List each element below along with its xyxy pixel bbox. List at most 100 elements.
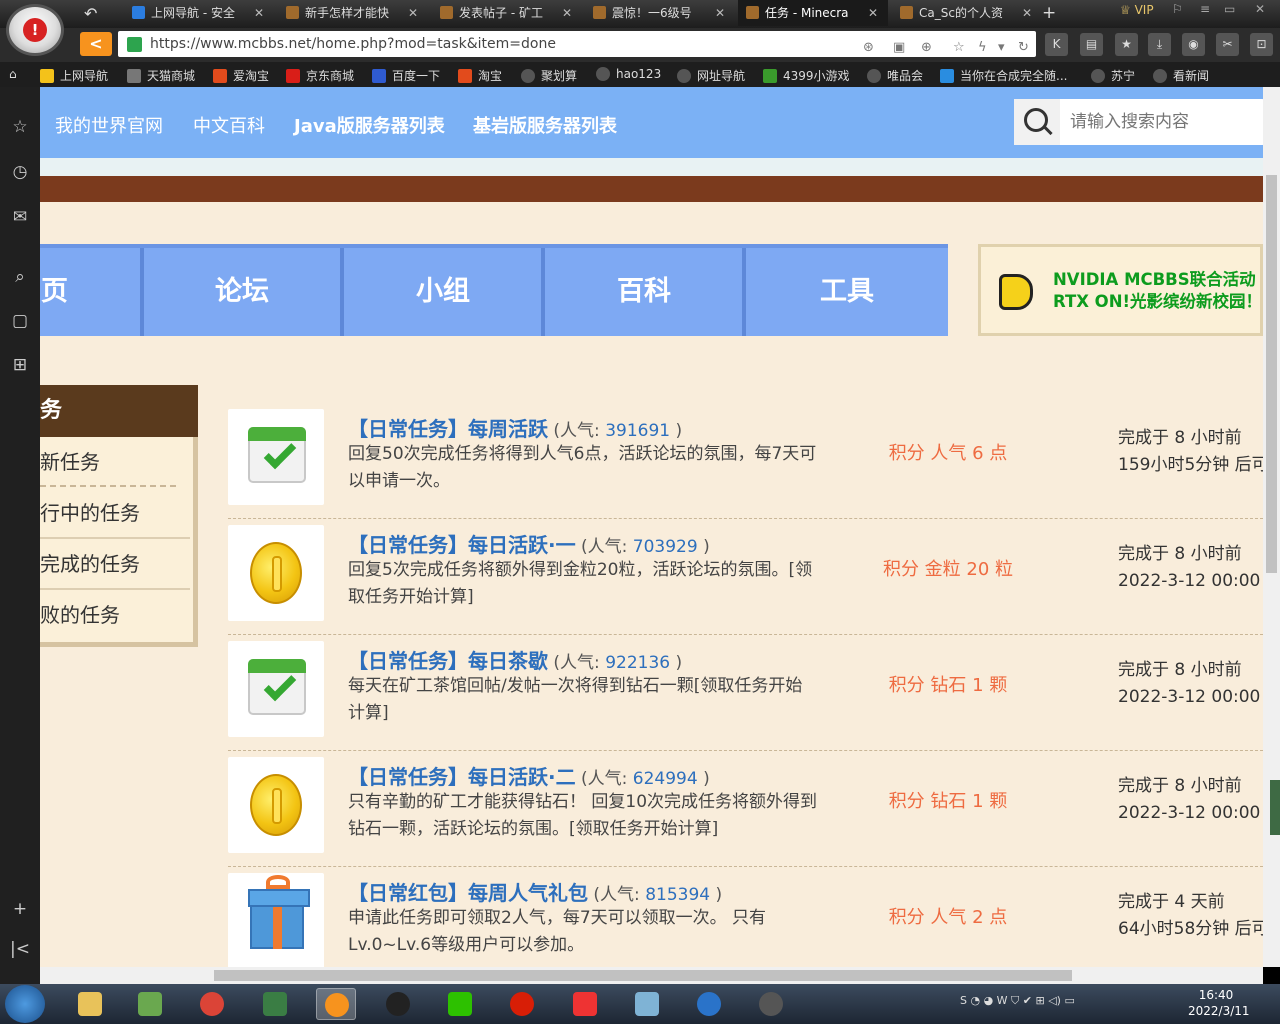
task-menu-doing[interactable]: 行中的任务 bbox=[40, 488, 190, 538]
undo-close-icon[interactable]: ↶ bbox=[84, 4, 97, 23]
close-icon[interactable]: ✕ bbox=[562, 0, 572, 26]
add-icon[interactable]: + bbox=[10, 899, 30, 919]
home-icon[interactable]: ⌂ bbox=[9, 67, 17, 81]
vip-button[interactable]: ♕ VIP bbox=[1120, 3, 1154, 17]
promo-banner[interactable]: NVIDIA MCBBS联合活动 RTX ON!光影缤纷新校园！ bbox=[978, 244, 1263, 336]
refresh-icon[interactable]: ↻ bbox=[1018, 35, 1029, 61]
k-extension-icon[interactable]: K bbox=[1045, 33, 1068, 56]
bookmark-item[interactable]: 上网导航 bbox=[40, 67, 108, 84]
explorer-icon[interactable] bbox=[70, 988, 110, 1020]
header-link-bedrock-servers[interactable]: 基岩版服务器列表 bbox=[473, 112, 617, 138]
bookmark-item[interactable]: 天猫商城 bbox=[127, 67, 195, 84]
search-input[interactable] bbox=[1070, 107, 1260, 137]
task-title[interactable]: 【日常任务】每周活跃 (人气: 391691 ) bbox=[348, 413, 682, 442]
bookmark-item[interactable]: 京东商城 bbox=[286, 67, 354, 84]
gamepad-icon[interactable]: ◉ bbox=[1182, 33, 1205, 56]
bookmark-item[interactable]: hao123 bbox=[596, 67, 661, 81]
mail-icon[interactable]: ✉ bbox=[10, 207, 30, 227]
browser-taskbar-icon[interactable] bbox=[316, 988, 356, 1020]
bookmark-item[interactable]: 苏宁 bbox=[1091, 67, 1135, 84]
more-icon[interactable]: ⊡ bbox=[1250, 33, 1273, 56]
game-icon[interactable] bbox=[751, 988, 791, 1020]
nav-tools[interactable]: 工具 bbox=[747, 248, 947, 336]
favorites-icon[interactable]: ★ bbox=[1115, 33, 1138, 56]
new-tab-button[interactable]: + bbox=[1042, 3, 1056, 23]
menu-icon[interactable]: ≡ bbox=[1200, 2, 1210, 16]
back-button[interactable]: < bbox=[80, 32, 112, 56]
close-icon[interactable]: ✕ bbox=[254, 0, 264, 26]
task-title[interactable]: 【日常任务】每日茶歇 (人气: 922136 ) bbox=[348, 645, 682, 674]
bookmark-item[interactable]: 4399小游戏 bbox=[763, 67, 850, 84]
horizontal-scrollbar[interactable] bbox=[40, 967, 1263, 984]
star-icon[interactable]: ☆ bbox=[953, 35, 965, 61]
zoom-icon[interactable]: ⊕ bbox=[921, 35, 932, 61]
tab-4[interactable]: 任务 - Minecra ✕ bbox=[738, 0, 888, 26]
star-icon[interactable]: ☆ bbox=[10, 117, 30, 137]
task-menu-failed[interactable]: 败的任务 bbox=[40, 590, 190, 640]
tab-3[interactable]: 震惊！一6级号 ✕ bbox=[585, 0, 735, 26]
minecraft-launcher-icon[interactable] bbox=[130, 988, 170, 1020]
task-title-link[interactable]: 【日常任务】每日活跃·二 bbox=[348, 765, 576, 789]
vertical-scroll-thumb[interactable] bbox=[1266, 175, 1277, 573]
close-window-button[interactable]: ✕ bbox=[1255, 2, 1265, 16]
horizontal-scroll-thumb[interactable] bbox=[214, 970, 1072, 981]
bag-icon[interactable]: ▢ bbox=[10, 311, 30, 331]
clock[interactable]: 16:40 2022/3/11 bbox=[1188, 987, 1250, 1019]
nav-wiki[interactable]: 百科 bbox=[546, 248, 746, 336]
netease-music-icon[interactable] bbox=[502, 988, 542, 1020]
clock-icon[interactable]: ◷ bbox=[10, 162, 30, 182]
download-icon[interactable]: ⤓ bbox=[1148, 33, 1171, 56]
qq-icon[interactable] bbox=[378, 988, 418, 1020]
vertical-scrollbar[interactable] bbox=[1263, 87, 1280, 967]
compat-icon[interactable]: ⊛ bbox=[863, 35, 874, 61]
minimize-button[interactable]: ▭ bbox=[1224, 2, 1235, 16]
task-title-link[interactable]: 【日常任务】每日活跃·一 bbox=[348, 533, 576, 557]
live-icon[interactable] bbox=[689, 988, 729, 1020]
task-menu-done[interactable]: 完成的任务 bbox=[40, 539, 190, 589]
lightning-icon[interactable]: ϟ bbox=[978, 35, 987, 61]
bookmark-item[interactable]: 聚划算 bbox=[521, 67, 577, 84]
bookmark-item[interactable]: 网址导航 bbox=[677, 67, 745, 84]
header-link-official[interactable]: 我的世界官网 bbox=[55, 112, 163, 138]
bookmark-item[interactable]: 爱淘宝 bbox=[213, 67, 269, 84]
collapse-icon[interactable]: |< bbox=[10, 939, 30, 959]
tab-5[interactable]: Ca_Sc的个人资 ✕ bbox=[892, 0, 1042, 26]
start-button[interactable] bbox=[5, 985, 45, 1023]
gamepad-icon[interactable]: ⊞ bbox=[10, 355, 30, 375]
lock-icon[interactable]: ▤ bbox=[1080, 33, 1103, 56]
tab-1[interactable]: 新手怎样才能快 ✕ bbox=[278, 0, 428, 26]
search-icon[interactable]: ⌕ bbox=[10, 267, 30, 287]
header-link-wiki[interactable]: 中文百科 bbox=[193, 112, 265, 138]
browser-logo[interactable]: ! bbox=[6, 4, 64, 56]
search-icon[interactable] bbox=[1014, 99, 1060, 145]
nav-group[interactable]: 小组 bbox=[345, 248, 545, 336]
tab-0[interactable]: 上网导航 - 安全 ✕ bbox=[124, 0, 274, 26]
task-title-link[interactable]: 【日常红包】每周人气礼包 bbox=[348, 881, 588, 905]
system-tray[interactable]: S ◔ ◕ W ⛉ ✔ ⊞ ◁) ▭ bbox=[960, 994, 1075, 1008]
bookmark-item[interactable]: 淘宝 bbox=[458, 67, 502, 84]
bookmark-item[interactable]: 当你在合成完全随... bbox=[940, 67, 1067, 84]
task-title[interactable]: 【日常任务】每日活跃·一 (人气: 703929 ) bbox=[348, 529, 710, 558]
notes-icon[interactable] bbox=[627, 988, 667, 1020]
close-icon[interactable]: ✕ bbox=[868, 0, 878, 26]
wechat-icon[interactable] bbox=[440, 988, 480, 1020]
screenshot-icon[interactable]: ▣ bbox=[893, 35, 905, 61]
shirt-icon[interactable]: ⚐ bbox=[1172, 2, 1183, 16]
bookmark-item[interactable]: 唯品会 bbox=[867, 67, 923, 84]
wps-icon[interactable] bbox=[565, 988, 605, 1020]
task-menu-new[interactable]: 新任务 bbox=[40, 437, 190, 487]
bookmark-item[interactable]: 看新闻 bbox=[1153, 67, 1209, 84]
task-title-link[interactable]: 【日常任务】每周活跃 bbox=[348, 417, 548, 441]
nav-home[interactable]: 页 bbox=[40, 248, 144, 336]
nav-forum[interactable]: 论坛 bbox=[144, 248, 344, 336]
url-field[interactable]: https://www.mcbbs.net/home.php?mod=task&… bbox=[118, 31, 1036, 57]
task-title-link[interactable]: 【日常任务】每日茶歇 bbox=[348, 649, 548, 673]
tools-icon[interactable]: ✂ bbox=[1216, 33, 1239, 56]
chevron-down-icon[interactable]: ▾ bbox=[998, 35, 1005, 61]
side-widget[interactable] bbox=[1270, 780, 1280, 835]
tab-2[interactable]: 发表帖子 - 矿工 ✕ bbox=[432, 0, 582, 26]
bookmark-item[interactable]: 百度一下 bbox=[372, 67, 440, 84]
close-icon[interactable]: ✕ bbox=[408, 0, 418, 26]
monitor-icon[interactable] bbox=[255, 988, 295, 1020]
close-icon[interactable]: ✕ bbox=[715, 0, 725, 26]
